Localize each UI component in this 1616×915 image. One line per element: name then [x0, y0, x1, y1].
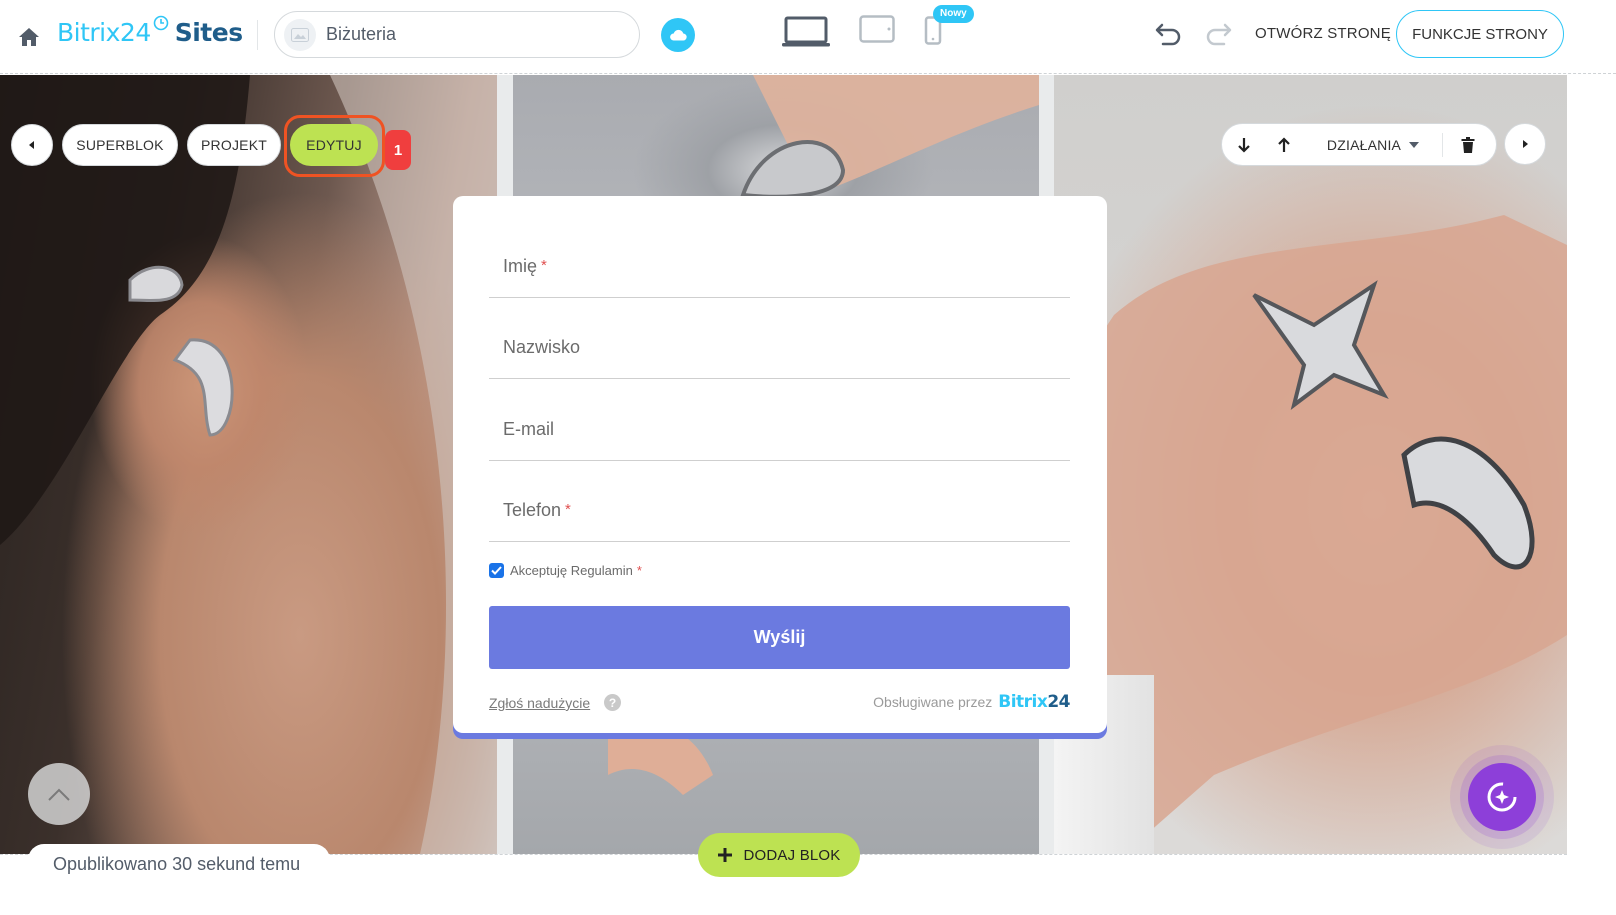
copilot-button[interactable] [1468, 763, 1536, 831]
help-icon[interactable]: ? [604, 694, 621, 711]
open-page-link[interactable]: OTWÓRZ STRONĘ [1255, 25, 1391, 42]
checkmark-icon [491, 566, 502, 575]
site-selector[interactable]: Biżuteria [274, 11, 640, 58]
page-functions-button[interactable]: FUNKCJE STRONY [1396, 10, 1564, 58]
site-thumbnail-icon [284, 18, 316, 51]
move-block-down-button[interactable] [1224, 124, 1264, 165]
logo-brand: Bitrix24 [57, 18, 151, 47]
publish-status: Opublikowano 30 sekund temu [28, 844, 330, 884]
terms-label[interactable]: Akceptuję Regulamin [510, 563, 633, 578]
laptop-icon [782, 16, 830, 47]
move-block-up-button[interactable] [1264, 124, 1304, 165]
chevron-up-icon [48, 788, 70, 801]
add-block-label: DODAJ BLOK [743, 846, 841, 864]
plus-icon [718, 848, 733, 862]
logo-product: Sites [174, 18, 243, 47]
arrow-up-icon [1278, 136, 1290, 152]
earring-illustration [0, 75, 497, 854]
phone-label: Telefon * [503, 500, 571, 520]
scroll-to-top-button[interactable] [28, 763, 90, 825]
trash-icon [1461, 136, 1475, 153]
crm-form: Imię * Nazwisko E-mail Telefon * Akceptuję… [453, 196, 1107, 733]
design-button[interactable]: PROJEKT [187, 124, 281, 166]
copilot-icon [1487, 782, 1517, 812]
terms-required-mark: * [636, 563, 642, 578]
block-actions-bar: DZIAŁANIA [1221, 123, 1497, 166]
chevron-down-icon [1409, 141, 1420, 148]
undo-icon [1155, 23, 1181, 46]
phone-field[interactable]: Telefon * [489, 482, 1070, 542]
cloud-save-button[interactable] [661, 18, 695, 52]
email-field[interactable]: E-mail [489, 401, 1070, 461]
terms-consent: Akceptuję Regulamin * [489, 563, 642, 578]
actions-dropdown[interactable]: DZIAŁANIA [1304, 124, 1442, 165]
add-block-button[interactable]: DODAJ BLOK [698, 833, 860, 877]
step-number-badge: 1 [385, 130, 411, 170]
previous-block-button[interactable] [11, 124, 53, 166]
tablet-icon [859, 15, 895, 43]
first-name-label: Imię * [503, 256, 547, 276]
redo-icon [1206, 23, 1232, 46]
desktop-view-button[interactable] [781, 16, 831, 53]
redo-button[interactable] [1204, 21, 1232, 52]
last-name-field[interactable]: Nazwisko [489, 319, 1070, 379]
new-badge: Nowy [933, 5, 974, 23]
site-name: Biżuteria [326, 24, 397, 44]
caret-right-icon [1523, 140, 1528, 148]
submit-button[interactable]: Wyślij [489, 606, 1070, 669]
superblock-button[interactable]: SUPERBLOK [62, 124, 178, 166]
powered-by[interactable]: Obsługiwane przez Bitrix24 [873, 692, 1070, 712]
cloud-icon [670, 29, 687, 41]
next-block-button[interactable] [1504, 123, 1546, 165]
powered-by-text: Obsługiwane przez [873, 694, 993, 710]
email-label: E-mail [503, 419, 555, 439]
earring-photo [0, 75, 497, 854]
arrow-down-icon [1238, 137, 1250, 153]
first-name-field[interactable]: Imię * [489, 238, 1070, 298]
bitrix24-sites-logo[interactable]: Bitrix24 Sites [57, 15, 243, 54]
clock-icon [153, 8, 169, 31]
powered-by-logo: Bitrix24 [998, 692, 1070, 712]
actions-label: DZIAŁANIA [1326, 136, 1402, 153]
last-name-label: Nazwisko [503, 337, 581, 357]
undo-button[interactable] [1155, 21, 1183, 52]
report-abuse-link[interactable]: Zgłoś nadużycie [489, 695, 590, 711]
tablet-view-button[interactable] [859, 15, 895, 48]
edit-button[interactable]: EDYTUJ [290, 124, 378, 166]
home-icon [19, 28, 39, 46]
top-bar: Bitrix24 Sites Biżuteria Nowy OTWÓRZ STR… [0, 0, 1616, 74]
delete-block-button[interactable] [1443, 124, 1493, 165]
caret-left-icon [29, 141, 34, 149]
home-button[interactable] [14, 22, 44, 52]
terms-checkbox[interactable] [489, 563, 504, 578]
header-divider [257, 20, 258, 50]
page-canvas: SUPERBLOK PROJEKT EDYTUJ 1 DZIAŁANIA Imi… [0, 75, 1567, 854]
right-gutter [1567, 75, 1616, 915]
